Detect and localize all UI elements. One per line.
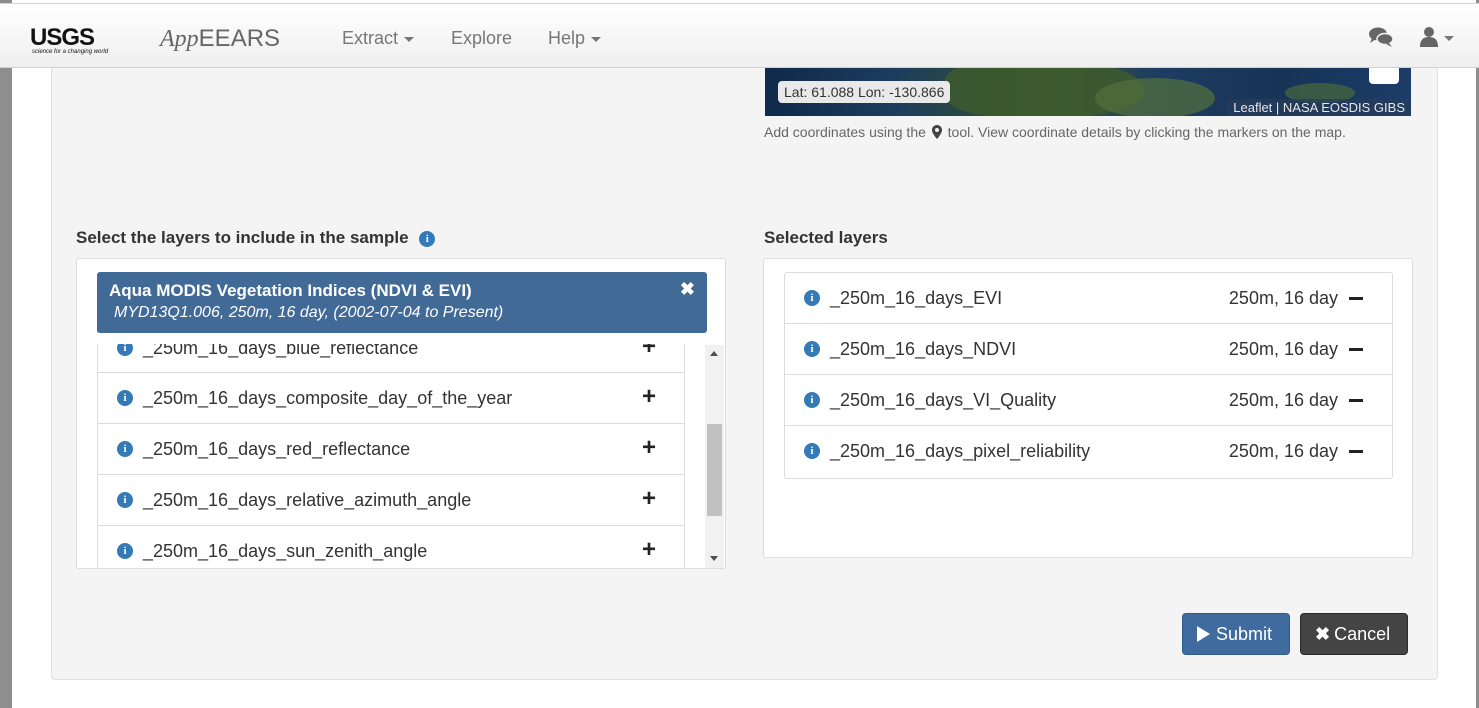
list-item: i _250m_16_days_VI_Quality 250m, 16 day	[785, 375, 1392, 426]
play-icon	[1197, 626, 1210, 642]
info-icon[interactable]: i	[117, 441, 133, 457]
selected-layers-box: i _250m_16_days_EVI 250m, 16 day i _250m…	[763, 258, 1413, 558]
product-card: Aqua MODIS Vegetation Indices (NDVI & EV…	[97, 272, 707, 333]
list-item[interactable]: i _250m_16_days_red_reflectance +	[97, 424, 685, 475]
available-layers-box: Aqua MODIS Vegetation Indices (NDVI & EV…	[76, 258, 726, 569]
map[interactable]: Lat: 61.088 Lon: -130.866 Leaflet | NASA…	[765, 68, 1411, 116]
info-icon[interactable]: i	[804, 392, 820, 408]
scroll-up-arrow-icon[interactable]	[710, 351, 718, 356]
info-icon[interactable]: i	[804, 290, 820, 306]
nav-extract[interactable]: Extract	[342, 28, 415, 49]
list-item: i _250m_16_days_NDVI 250m, 16 day	[785, 324, 1392, 375]
chevron-down-icon	[591, 36, 602, 42]
map-marker-icon	[931, 125, 942, 139]
navbar: USGS science for a changing world AppEEA…	[0, 3, 1479, 68]
add-layer-button[interactable]: +	[642, 383, 656, 411]
cancel-button[interactable]: ✖ Cancel	[1300, 613, 1408, 655]
map-attribution[interactable]: Leaflet | NASA EOSDIS GIBS	[1227, 99, 1411, 116]
remove-layer-button[interactable]	[1349, 348, 1363, 351]
list-item: i _250m_16_days_pixel_reliability 250m, …	[785, 426, 1392, 478]
scroll-down-arrow-icon[interactable]	[710, 556, 718, 561]
nav-help[interactable]: Help	[548, 28, 602, 49]
page-edge	[0, 0, 12, 708]
chat-icon[interactable]	[1368, 26, 1394, 48]
info-icon[interactable]: i	[419, 230, 436, 247]
chevron-down-icon	[404, 36, 415, 42]
close-icon[interactable]: ✖	[680, 279, 695, 300]
info-icon[interactable]: i	[117, 492, 133, 508]
layers-panel-title: Select the layers to include in the samp…	[76, 228, 436, 248]
info-icon[interactable]: i	[117, 543, 133, 559]
list-item: i _250m_16_days_EVI 250m, 16 day	[785, 273, 1392, 324]
app-brand[interactable]: AppEEARS	[160, 25, 280, 53]
map-help-text: Add coordinates using the tool. View coo…	[764, 124, 1346, 140]
remove-layer-button[interactable]	[1349, 399, 1363, 402]
list-item[interactable]: i _250m_16_days_sun_zenith_angle +	[97, 526, 685, 568]
scrollbar-thumb[interactable]	[707, 424, 722, 516]
list-item[interactable]: i _250m_16_days_composite_day_of_the_yea…	[97, 373, 685, 424]
user-icon[interactable]	[1420, 26, 1458, 48]
usgs-logo[interactable]: USGS science for a changing world	[30, 24, 120, 60]
submit-button[interactable]: Submit	[1182, 613, 1290, 655]
map-zoom-control[interactable]	[1369, 68, 1399, 84]
list-item[interactable]: i _250m_16_days_relative_azimuth_angle +	[97, 475, 685, 526]
scrollbar[interactable]	[705, 345, 724, 568]
selected-layer-list: i _250m_16_days_EVI 250m, 16 day i _250m…	[784, 272, 1393, 479]
remove-layer-button[interactable]	[1349, 450, 1363, 453]
selected-layers-title: Selected layers	[764, 228, 888, 247]
info-icon[interactable]: i	[117, 390, 133, 406]
info-icon[interactable]: i	[804, 443, 820, 459]
add-layer-button[interactable]: +	[642, 536, 656, 564]
close-icon: ✖	[1315, 624, 1331, 644]
add-layer-button[interactable]: +	[642, 434, 656, 462]
available-layer-list: i _250m_16_days_blue_reflectance + i _25…	[97, 322, 685, 568]
nav-explore[interactable]: Explore	[451, 28, 512, 49]
add-layer-button[interactable]: +	[642, 485, 656, 513]
info-icon[interactable]: i	[804, 341, 820, 357]
remove-layer-button[interactable]	[1349, 297, 1363, 300]
map-coordinates: Lat: 61.088 Lon: -130.866	[778, 81, 951, 103]
